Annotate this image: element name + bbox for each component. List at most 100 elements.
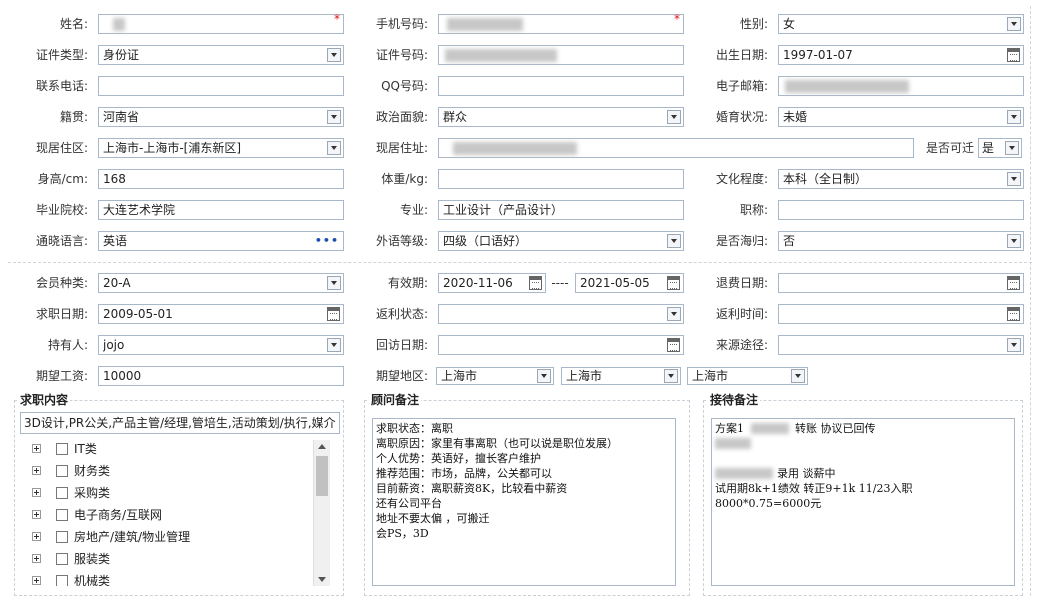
- marital-select[interactable]: 未婚: [778, 107, 1024, 127]
- height-value: 168: [103, 172, 126, 186]
- scroll-up-icon[interactable]: [318, 444, 326, 449]
- valid-from-field[interactable]: 2020-11-06: [438, 273, 546, 293]
- calendar-icon[interactable]: [667, 276, 680, 290]
- calendar-icon[interactable]: [327, 307, 340, 321]
- advisor-note-line: 地址不要太偏 ，可搬迁: [376, 512, 490, 525]
- scroll-thumb[interactable]: [316, 456, 328, 496]
- expand-icon[interactable]: [32, 510, 41, 519]
- tree-scrollbar[interactable]: [313, 440, 330, 586]
- overseas-select[interactable]: 否: [778, 231, 1024, 251]
- native-select[interactable]: 河南省: [98, 107, 344, 127]
- expand-icon[interactable]: [32, 576, 41, 585]
- title-field[interactable]: [778, 200, 1024, 220]
- holder-select[interactable]: jojo: [98, 335, 344, 355]
- jobdate-label: 求职日期:: [35, 307, 88, 321]
- region-label: 期望地区:: [375, 369, 428, 383]
- email-field[interactable]: [778, 76, 1024, 96]
- foreign-level-select[interactable]: 四级（口语好）: [438, 231, 684, 251]
- chevron-down-icon[interactable]: [327, 141, 341, 155]
- valid-to-field[interactable]: 2021-05-05: [575, 273, 684, 293]
- calendar-icon[interactable]: [1007, 276, 1020, 290]
- gender-select[interactable]: 女: [778, 14, 1024, 34]
- birth-label: 出生日期:: [715, 48, 768, 62]
- expand-icon[interactable]: [32, 444, 41, 453]
- rebate-status-select[interactable]: [438, 304, 684, 324]
- calendar-icon[interactable]: [529, 276, 542, 290]
- category-checkbox[interactable]: [56, 509, 68, 521]
- valid-label: 有效期:: [387, 276, 428, 290]
- advisor-note-line: 个人优势：英语好，擅长客户维护: [376, 452, 541, 465]
- chevron-down-icon[interactable]: [667, 110, 681, 124]
- language-picker[interactable]: 英语 •••: [98, 231, 344, 251]
- section-divider: [8, 262, 1032, 263]
- education-select[interactable]: 本科（全日制）: [778, 169, 1024, 189]
- category-checkbox[interactable]: [56, 443, 68, 455]
- education-value: 本科（全日制）: [783, 172, 868, 186]
- source-select[interactable]: [778, 335, 1024, 355]
- salary-field[interactable]: 10000: [98, 366, 344, 386]
- chevron-down-icon[interactable]: [1007, 17, 1021, 31]
- chevron-down-icon[interactable]: [1007, 172, 1021, 186]
- calendar-icon[interactable]: [1007, 48, 1020, 62]
- more-options-icon[interactable]: •••: [315, 235, 339, 247]
- mobile-field[interactable]: *: [438, 12, 684, 34]
- calendar-icon[interactable]: [1007, 307, 1020, 321]
- category-checkbox[interactable]: [56, 553, 68, 565]
- major-field[interactable]: 工业设计（产品设计）: [438, 200, 684, 220]
- chevron-down-icon[interactable]: [664, 369, 678, 383]
- expand-icon[interactable]: [32, 554, 41, 563]
- chevron-down-icon[interactable]: [791, 369, 805, 383]
- name-field[interactable]: *: [98, 12, 344, 34]
- relocate-select[interactable]: 是: [978, 138, 1022, 158]
- region-district-select[interactable]: 上海市: [687, 367, 808, 385]
- expand-icon[interactable]: [32, 488, 41, 497]
- category-checkbox[interactable]: [56, 487, 68, 499]
- phone-field[interactable]: [98, 76, 344, 96]
- id-number-field[interactable]: [438, 45, 684, 65]
- expand-icon[interactable]: [32, 466, 41, 475]
- holder-label: 持有人:: [47, 338, 88, 352]
- category-label: 财务类: [74, 464, 111, 478]
- category-checkbox[interactable]: [56, 575, 68, 586]
- chevron-down-icon[interactable]: [327, 276, 341, 290]
- member-type-label: 会员种类:: [35, 276, 88, 290]
- category-checkbox[interactable]: [56, 531, 68, 543]
- weight-field[interactable]: [438, 169, 684, 189]
- reception-line1-prefix: 方案1: [715, 422, 744, 435]
- chevron-down-icon[interactable]: [327, 110, 341, 124]
- refund-date-field[interactable]: [778, 273, 1024, 293]
- jobdate-field[interactable]: 2009-05-01: [98, 304, 344, 324]
- job-content-input[interactable]: 3D设计,PR公关,产品主管/经理,管培生,活动策划/执行,媒介: [20, 412, 340, 434]
- region-province-select[interactable]: 上海市: [436, 367, 554, 385]
- rebate-time-field[interactable]: [778, 304, 1024, 324]
- residence-select[interactable]: 上海市-上海市-[浦东新区]: [98, 138, 344, 158]
- category-checkbox[interactable]: [56, 465, 68, 477]
- member-type-select[interactable]: 20-A: [98, 273, 344, 293]
- chevron-down-icon[interactable]: [327, 48, 341, 62]
- birth-date-field[interactable]: 1997-01-07: [778, 45, 1024, 65]
- chevron-down-icon[interactable]: [1007, 338, 1021, 352]
- scroll-down-icon[interactable]: [318, 577, 326, 582]
- school-field[interactable]: 大连艺术学院: [98, 200, 344, 220]
- advisor-notes-textarea[interactable]: 求职状态：离职 离职原因：家里有事离职（也可以说是职位发展） 个人优势：英语好，擅长…: [372, 418, 676, 586]
- reception-notes-textarea[interactable]: 方案1 转账 协议已回传 录用 谈薪中 试用期8k+1绩效 转正9+1k 11/…: [711, 418, 1015, 586]
- id-type-select[interactable]: 身份证: [98, 45, 344, 65]
- chevron-down-icon[interactable]: [1007, 110, 1021, 124]
- reception-redacted-3: [715, 468, 773, 479]
- chevron-down-icon[interactable]: [1005, 141, 1019, 155]
- chevron-down-icon[interactable]: [667, 307, 681, 321]
- expand-icon[interactable]: [32, 532, 41, 541]
- residence-label: 现居住区:: [35, 141, 88, 155]
- address-field[interactable]: [438, 138, 914, 158]
- height-field[interactable]: 168: [98, 169, 344, 189]
- qq-field[interactable]: [438, 76, 684, 96]
- chevron-down-icon[interactable]: [1007, 234, 1021, 248]
- chevron-down-icon[interactable]: [537, 369, 551, 383]
- region-city-select[interactable]: 上海市: [561, 367, 681, 385]
- political-select[interactable]: 群众: [438, 107, 684, 127]
- visit-date-field[interactable]: [438, 335, 684, 355]
- chevron-down-icon[interactable]: [667, 234, 681, 248]
- title-label: 职称:: [739, 203, 768, 217]
- calendar-icon[interactable]: [667, 338, 680, 352]
- chevron-down-icon[interactable]: [327, 338, 341, 352]
